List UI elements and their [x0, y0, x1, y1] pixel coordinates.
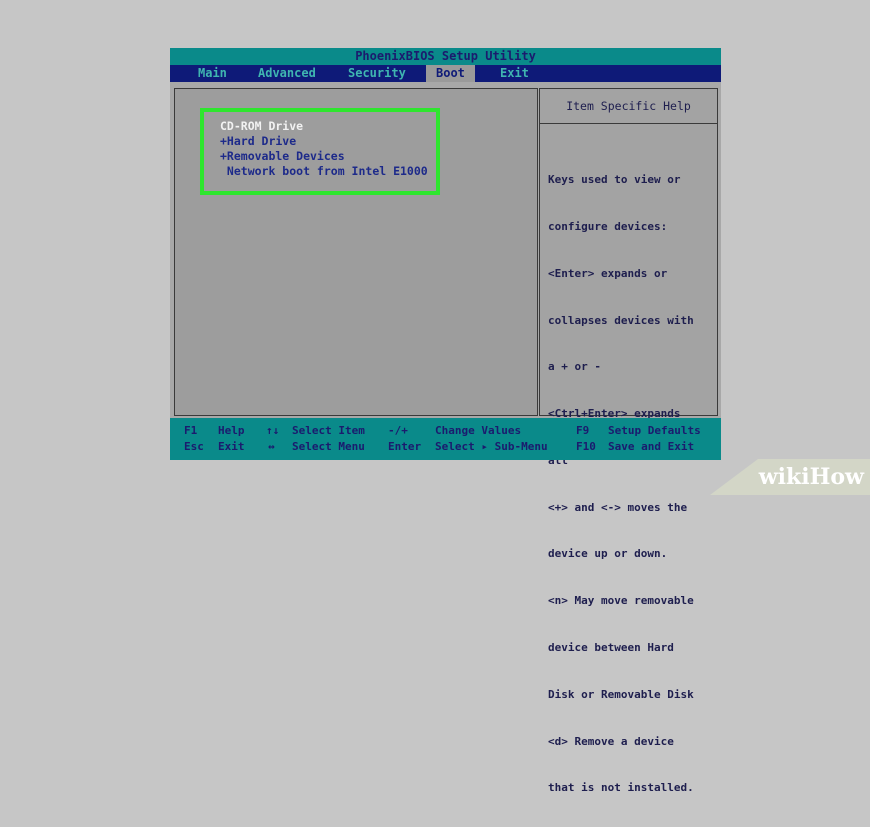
- key-f9-desc: Setup Defaults: [608, 424, 701, 437]
- key-esc: Esc: [184, 440, 204, 453]
- key-f1: F1: [184, 424, 198, 437]
- help-line: <d> Remove a device: [548, 734, 674, 748]
- key-enter: Enter: [388, 440, 422, 453]
- key-legend: F1 Help ↑↓ Select Item -/+ Change Values…: [170, 418, 721, 460]
- wikihow-logo-how: How: [809, 464, 864, 490]
- boot-item-network[interactable]: Network boot from Intel E1000: [220, 164, 428, 180]
- boot-item-removable[interactable]: +Removable Devices: [220, 149, 345, 165]
- key-minus-plus: -/+: [388, 424, 408, 437]
- help-line: device up or down.: [548, 547, 668, 561]
- menu-main[interactable]: Main: [198, 65, 227, 82]
- bios-screen: PhoenixBIOS Setup Utility Main Advanced …: [170, 48, 721, 794]
- key-f10: F10: [576, 440, 596, 453]
- key-leftright-desc: Select Menu: [292, 440, 365, 453]
- key-f1-desc: Help: [218, 424, 245, 437]
- key-enter-desc: Select ▸ Sub-Menu: [435, 440, 548, 453]
- key-f9: F9: [576, 424, 590, 437]
- bios-title: PhoenixBIOS Setup Utility: [170, 48, 721, 65]
- menu-bar: Main Advanced Security Boot Exit: [170, 65, 721, 82]
- bios-body: CD-ROM Drive +Hard Drive +Removable Devi…: [170, 82, 721, 794]
- help-line: Disk or Removable Disk: [548, 687, 694, 701]
- help-line: configure devices:: [548, 219, 668, 233]
- help-line: <n> May move removable: [548, 594, 694, 608]
- help-title: Item Specific Help: [540, 89, 717, 124]
- boot-order-list: CD-ROM Drive +Hard Drive +Removable Devi…: [200, 108, 440, 195]
- help-line: a + or -: [548, 360, 601, 374]
- menu-exit[interactable]: Exit: [500, 65, 529, 82]
- wikihow-logo-wiki: wiki: [758, 464, 810, 490]
- help-line: collapses devices with: [548, 313, 694, 327]
- key-f10-desc: Save and Exit: [608, 440, 695, 453]
- boot-item-cdrom[interactable]: CD-ROM Drive: [220, 119, 303, 135]
- wikihow-logo: wikiHow: [759, 464, 864, 490]
- key-updown-desc: Select Item: [292, 424, 365, 437]
- help-panel: Item Specific Help Keys used to view or …: [539, 88, 718, 794]
- key-leftright: ↔: [268, 440, 275, 453]
- key-minus-plus-desc: Change Values: [435, 424, 522, 437]
- menu-advanced[interactable]: Advanced: [258, 65, 316, 82]
- menu-security[interactable]: Security: [348, 65, 406, 82]
- boot-item-hard-drive[interactable]: +Hard Drive: [220, 134, 296, 150]
- help-line: <Enter> expands or: [548, 266, 668, 280]
- help-line: Keys used to view or: [548, 173, 681, 187]
- boot-panel: CD-ROM Drive +Hard Drive +Removable Devi…: [174, 88, 538, 416]
- menu-boot[interactable]: Boot: [426, 65, 475, 82]
- help-line: <+> and <-> moves the: [548, 500, 688, 514]
- key-updown: ↑↓: [266, 424, 280, 437]
- help-line: that is not installed.: [548, 781, 694, 795]
- help-text: Keys used to view or configure devices: …: [548, 141, 713, 827]
- key-esc-desc: Exit: [218, 440, 245, 453]
- help-line: device between Hard: [548, 641, 674, 654]
